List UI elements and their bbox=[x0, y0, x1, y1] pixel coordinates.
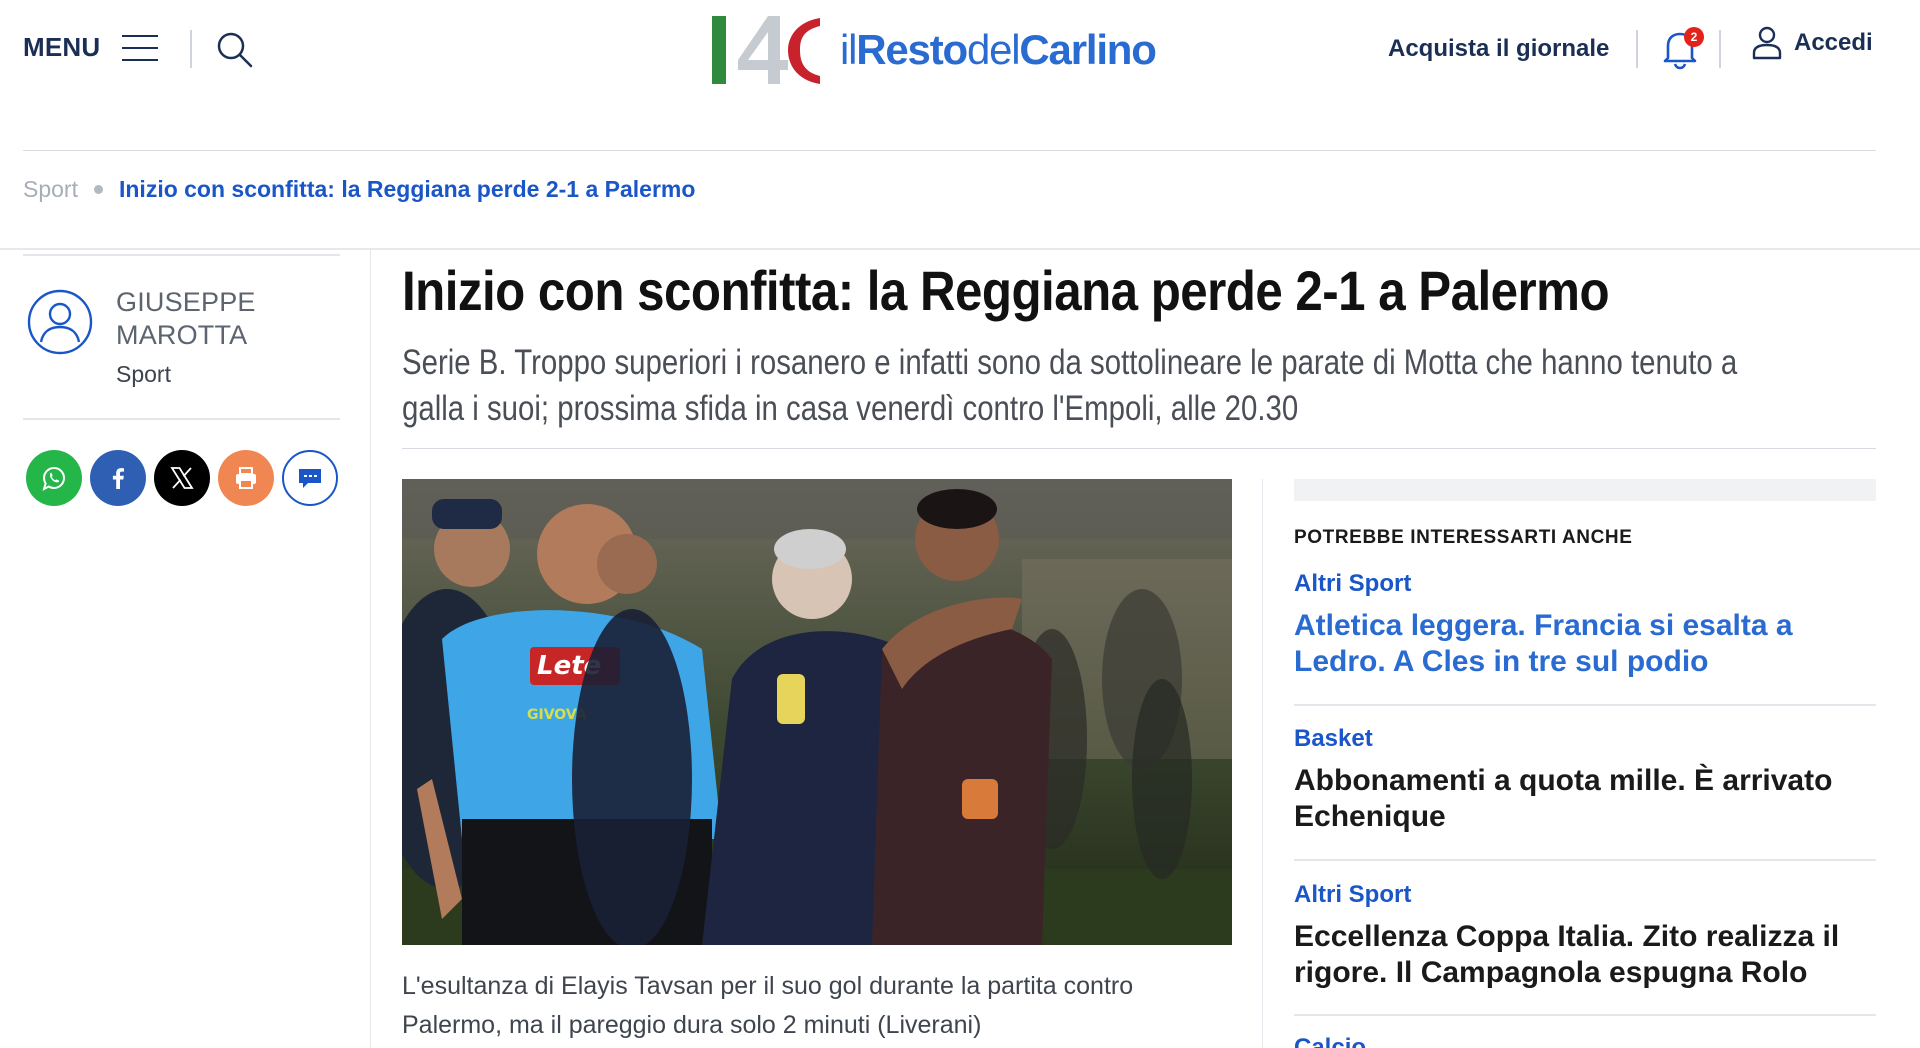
login-label: Accedi bbox=[1794, 29, 1873, 56]
photo-caption: L'esultanza di Elayis Tavsan per il suo … bbox=[402, 972, 1134, 1039]
facebook-share-button[interactable] bbox=[90, 450, 146, 506]
author-name[interactable]: GIUSEPPE MAROTTA bbox=[116, 286, 336, 352]
login-button[interactable]: Accedi bbox=[1752, 26, 1873, 60]
logo-140-mark bbox=[710, 12, 828, 88]
author-divider bbox=[23, 254, 340, 256]
notifications-button[interactable]: 2 bbox=[1660, 27, 1704, 70]
related-divider bbox=[1294, 1014, 1876, 1016]
related-item[interactable]: Altri Sport Atletica leggera. Francia si… bbox=[1294, 570, 1876, 680]
related-category[interactable]: Altri Sport bbox=[1294, 570, 1876, 598]
menu-button[interactable]: MENU bbox=[23, 32, 159, 63]
header-divider bbox=[1719, 30, 1721, 68]
article-subtitle: Serie B. Troppo superiori i rosanero e i… bbox=[402, 343, 1738, 428]
subtitle-divider bbox=[402, 448, 1876, 449]
user-icon bbox=[1752, 26, 1782, 60]
logo-wordmark: ilRestodelCarlino bbox=[840, 26, 1157, 73]
x-icon bbox=[170, 467, 194, 489]
whatsapp-share-button[interactable] bbox=[26, 450, 82, 506]
related-item[interactable]: Calcio bbox=[1294, 1034, 1876, 1048]
related-item[interactable]: Basket Abbonamenti a quota mille. È arri… bbox=[1294, 725, 1876, 835]
comments-icon bbox=[299, 469, 321, 488]
breadcrumb-current-link[interactable]: Inizio con sconfitta: la Reggiana perde … bbox=[119, 176, 695, 203]
related-category[interactable]: Basket bbox=[1294, 725, 1876, 753]
site-header: MENU ilRestodelCarlino Acquista il giorn… bbox=[0, 0, 1920, 110]
related-item[interactable]: Altri Sport Eccellenza Coppa Italia. Zit… bbox=[1294, 881, 1876, 991]
related-divider bbox=[1294, 704, 1876, 706]
column-divider bbox=[370, 250, 371, 1048]
breadcrumb-separator bbox=[93, 185, 103, 194]
related-divider bbox=[1294, 859, 1876, 861]
article-title: Inizio con sconfitta: la Reggiana perde … bbox=[402, 259, 1610, 322]
whatsapp-icon bbox=[42, 466, 66, 491]
x-share-button[interactable] bbox=[154, 450, 210, 506]
hamburger-icon bbox=[122, 34, 159, 61]
facebook-icon bbox=[112, 468, 124, 489]
header-divider-line bbox=[23, 150, 1876, 151]
buy-newspaper-link[interactable]: Acquista il giornale bbox=[1388, 35, 1609, 63]
comments-button[interactable] bbox=[282, 450, 338, 506]
ad-placeholder bbox=[1294, 479, 1876, 501]
related-headline[interactable]: Eccellenza Coppa Italia. Zito realizza i… bbox=[1294, 919, 1876, 991]
author-divider bbox=[23, 418, 340, 420]
share-bar bbox=[26, 450, 338, 506]
print-icon bbox=[236, 467, 256, 489]
breadcrumb: Sport Inizio con sconfitta: la Reggiana … bbox=[23, 176, 695, 203]
header-divider bbox=[1636, 30, 1638, 68]
related-heading: POTREBBE INTERESSARTI ANCHE bbox=[1294, 527, 1633, 548]
search-icon[interactable] bbox=[215, 30, 255, 70]
notifications-badge: 2 bbox=[1684, 27, 1704, 47]
menu-label: MENU bbox=[23, 32, 101, 62]
article-photo[interactable]: Lete GIVOVA bbox=[402, 479, 1232, 945]
breadcrumb-section-link[interactable]: Sport bbox=[23, 176, 78, 203]
author-section: Sport bbox=[116, 361, 171, 387]
sidebar-divider bbox=[1262, 479, 1263, 1048]
author-avatar-icon[interactable] bbox=[27, 289, 93, 355]
related-category[interactable]: Altri Sport bbox=[1294, 881, 1876, 909]
print-button[interactable] bbox=[218, 450, 274, 506]
related-headline[interactable]: Abbonamenti a quota mille. È arrivato Ec… bbox=[1294, 763, 1876, 835]
related-headline[interactable]: Atletica leggera. Francia si esalta a Le… bbox=[1294, 608, 1876, 680]
site-logo[interactable]: ilRestodelCarlino bbox=[710, 12, 1157, 88]
related-category[interactable]: Calcio bbox=[1294, 1034, 1876, 1048]
header-divider bbox=[190, 30, 192, 68]
breadcrumb-divider bbox=[0, 248, 1920, 250]
